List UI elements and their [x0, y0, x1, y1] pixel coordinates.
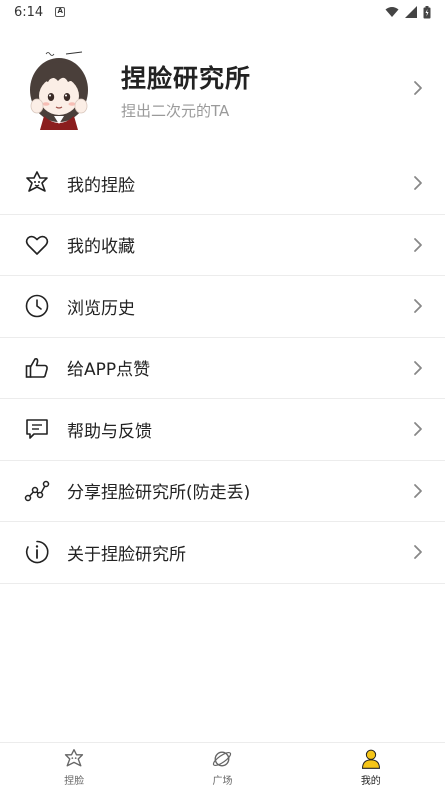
- menu-item-feedback[interactable]: 帮助与反馈: [0, 399, 445, 461]
- menu-item-label: 关于捏脸研究所: [67, 544, 186, 565]
- tab-label: 广场: [212, 776, 233, 787]
- tab-face[interactable]: 捏脸: [0, 743, 148, 792]
- chevron-right-icon: [414, 422, 422, 437]
- menu-item-about[interactable]: 关于捏脸研究所: [0, 522, 445, 584]
- chevron-right-icon: [414, 299, 422, 314]
- info-icon: [25, 540, 49, 564]
- menu-item-history[interactable]: 浏览历史: [0, 276, 445, 338]
- heart-icon: [25, 235, 49, 255]
- tab-square[interactable]: 广场: [148, 743, 296, 792]
- person-icon: [361, 749, 380, 769]
- tab-mine[interactable]: 我的: [297, 743, 445, 792]
- menu-item-label: 浏览历史: [67, 298, 135, 319]
- bottom-tab-bar: 捏脸 广场 我的: [0, 742, 445, 792]
- clock-icon: [25, 294, 49, 318]
- status-bar: 6:14 A: [0, 0, 445, 24]
- menu-list: 我的捏脸 我的收藏 浏览历史 给APP点赞 帮助与反馈 分享捏脸研究所(防走丢)…: [0, 153, 445, 584]
- face-star-icon: [26, 171, 48, 193]
- menu-item-rate-app[interactable]: 给APP点赞: [0, 338, 445, 399]
- avatar: [30, 51, 88, 130]
- thumbs-up-icon: [25, 357, 48, 378]
- notification-icon: A: [55, 7, 66, 17]
- profile-description: 捏出二次元的TA: [121, 102, 230, 120]
- signal-icon: [405, 6, 417, 18]
- menu-item-label: 我的收藏: [67, 237, 135, 258]
- battery-icon: [423, 5, 431, 18]
- chevron-right-icon: [414, 360, 422, 375]
- status-icons: [385, 5, 431, 19]
- profile-name: 捏脸研究所: [121, 64, 252, 93]
- chevron-right-icon: [414, 237, 422, 252]
- menu-item-label: 分享捏脸研究所(防走丢): [67, 483, 251, 504]
- status-time: 6:14: [14, 4, 44, 20]
- chevron-right-icon: [414, 545, 422, 560]
- menu-item-my-faces[interactable]: 我的捏脸: [0, 153, 445, 215]
- tab-label: 捏脸: [64, 776, 85, 787]
- share-icon: [24, 480, 50, 501]
- planet-icon: [213, 751, 232, 767]
- chevron-right-icon: [414, 483, 422, 498]
- menu-item-label: 我的捏脸: [67, 175, 135, 196]
- face-star-icon: [65, 749, 84, 767]
- menu-item-label: 给APP点赞: [67, 360, 151, 381]
- tab-label: 我的: [360, 776, 381, 787]
- menu-item-label: 帮助与反馈: [67, 421, 152, 442]
- chevron-right-icon: [414, 81, 422, 95]
- profile-header[interactable]: 捏脸研究所 捏出二次元的TA: [0, 40, 445, 140]
- menu-item-share[interactable]: 分享捏脸研究所(防走丢): [0, 461, 445, 522]
- menu-item-favorites[interactable]: 我的收藏: [0, 215, 445, 276]
- chevron-right-icon: [414, 176, 422, 191]
- message-icon: [26, 419, 48, 440]
- wifi-icon: [385, 7, 399, 17]
